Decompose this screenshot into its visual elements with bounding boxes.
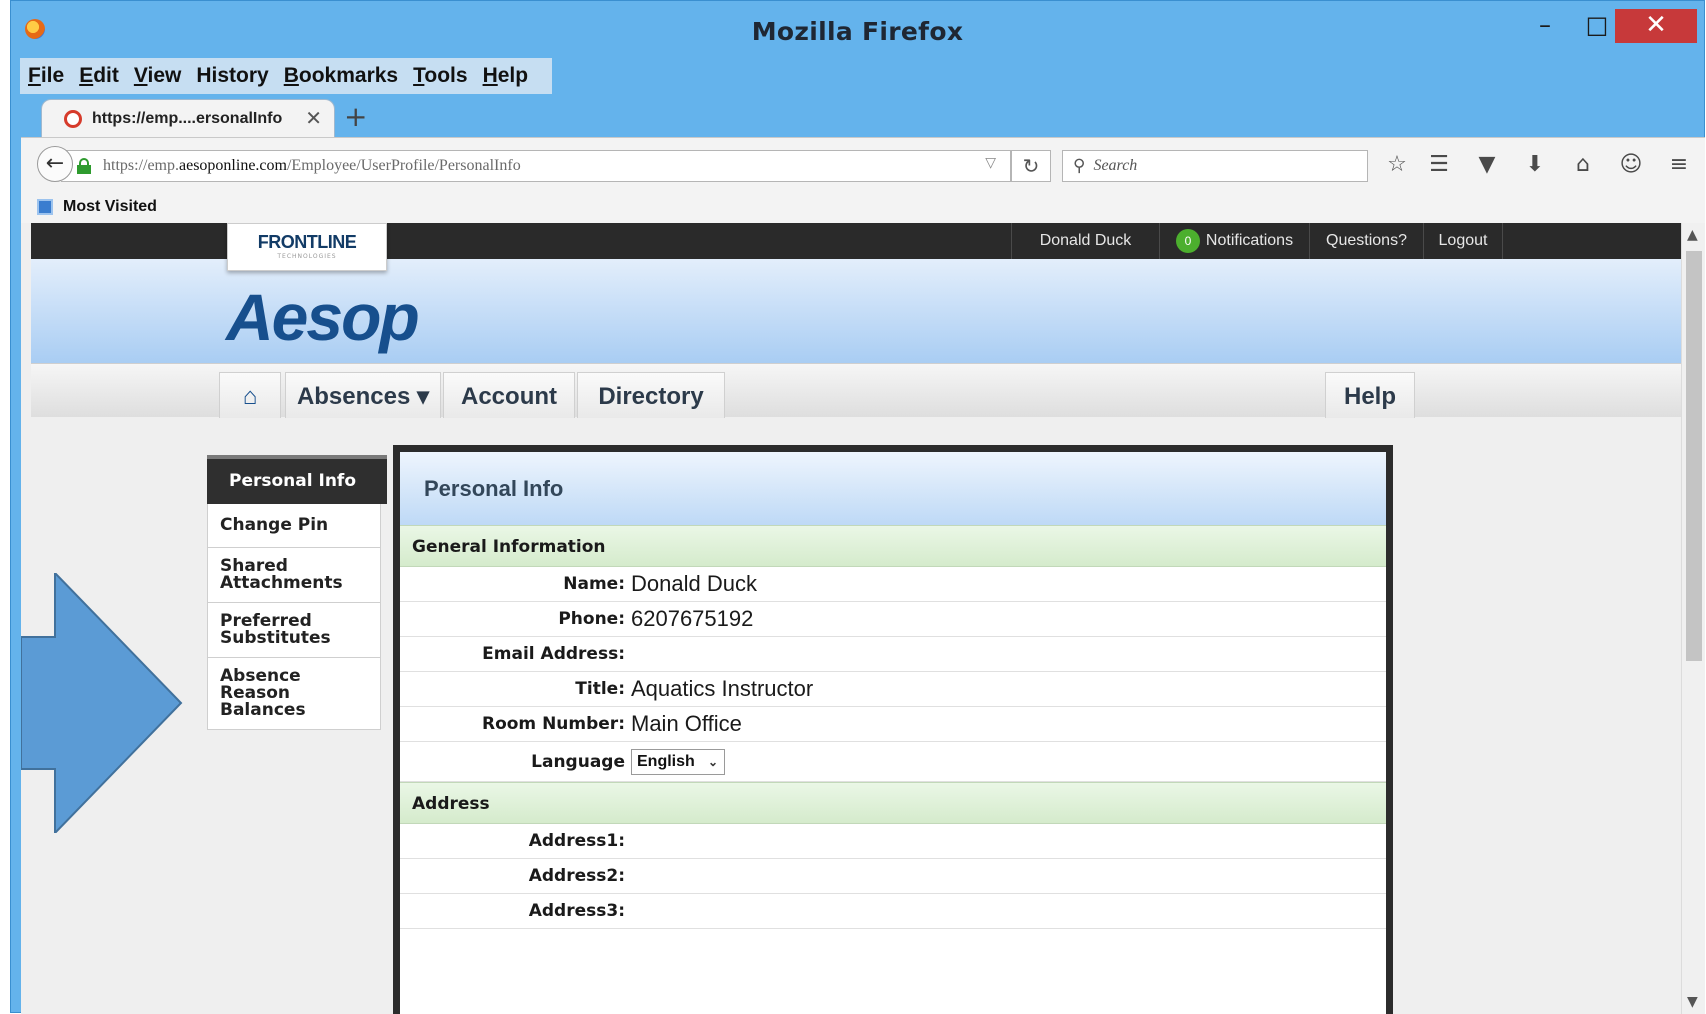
minimize-button[interactable]: – [1521, 9, 1569, 43]
email-label: Email Address: [482, 644, 625, 664]
menu-edit[interactable]: Edit [79, 64, 119, 88]
sidebar-item-change-pin[interactable]: Change Pin [207, 504, 381, 548]
address1-label: Address1: [528, 831, 625, 851]
phone-row: Phone: 6207675192 [400, 602, 1386, 637]
address-header: Address [400, 782, 1386, 824]
bookmark-star-icon[interactable]: ☆ [1382, 150, 1412, 180]
scroll-up-icon[interactable]: ▲ [1687, 227, 1698, 243]
pocket-icon[interactable]: ▼ [1472, 150, 1502, 180]
navigation-toolbar: https://emp.aesoponline.com/Employee/Use… [21, 137, 1705, 191]
room-number-label: Room Number: [481, 714, 625, 734]
panel-title: Personal Info [400, 452, 1386, 525]
name-row: Name: Donald Duck [400, 567, 1386, 602]
callout-arrow-icon [21, 573, 183, 833]
title-value: Aquatics Instructor [631, 676, 814, 701]
lock-icon [77, 158, 91, 174]
profile-sidebar: Personal Info Change Pin Shared Attachmen… [207, 459, 387, 730]
aesop-logo[interactable]: Aesop [226, 279, 420, 355]
site-nav: ⌂ Absences ▾ Account Directory Help [31, 363, 1681, 418]
search-icon: ⚲ [1073, 156, 1086, 176]
phone-label: Phone: [558, 609, 625, 629]
sidebar-item-personal-info[interactable]: Personal Info [207, 459, 387, 504]
browser-tab[interactable]: https://emp....ersonalInfo ✕ [41, 99, 335, 137]
search-input[interactable]: ⚲ Search [1062, 150, 1368, 182]
phone-value: 6207675192 [631, 606, 754, 631]
chevron-down-icon: ⌄ [707, 754, 718, 769]
menu-file[interactable]: File [28, 64, 64, 88]
language-label: Language [531, 751, 625, 772]
firefox-window: Mozilla Firefox – □ ✕ File Edit View His… [10, 0, 1705, 1014]
most-visited-icon [37, 199, 53, 215]
menu-help[interactable]: Help [483, 64, 529, 88]
email-row: Email Address: [400, 637, 1386, 672]
address1-row: Address1: [400, 824, 1386, 859]
nav-home-icon[interactable]: ⌂ [219, 372, 281, 418]
reload-button[interactable]: ↻ [1011, 150, 1051, 182]
nav-directory[interactable]: Directory [577, 372, 725, 418]
logout-link[interactable]: Logout [1423, 223, 1503, 259]
notifications-link[interactable]: 0 Notifications [1159, 223, 1309, 259]
site-banner: Aesop [31, 259, 1681, 363]
nav-help[interactable]: Help [1325, 372, 1415, 418]
back-button[interactable]: ← [37, 146, 73, 182]
maximize-button[interactable]: □ [1573, 9, 1621, 43]
language-row: Language English ⌄ [400, 742, 1386, 782]
page-scrollbar[interactable]: ▲ ▼ [1681, 223, 1705, 1014]
name-label: Name: [563, 574, 625, 594]
hamburger-menu-icon[interactable]: ≡ [1664, 150, 1694, 180]
title-bar: Mozilla Firefox – □ ✕ [11, 1, 1704, 59]
url-dropdown-icon[interactable]: ▽ [985, 155, 996, 171]
window-title: Mozilla Firefox [751, 17, 964, 46]
room-number-value: Main Office [631, 711, 742, 736]
general-information-header: General Information [400, 525, 1386, 567]
scroll-down-icon[interactable]: ▼ [1687, 994, 1698, 1010]
reading-list-icon[interactable]: ☰ [1424, 150, 1454, 180]
home-icon[interactable]: ⌂ [1568, 150, 1598, 180]
sidebar-item-absence-reason-balances[interactable]: Absence Reason Balances [207, 658, 381, 730]
page-viewport: Donald Duck 0 Notifications Questions? Lo… [21, 223, 1705, 1014]
name-value: Donald Duck [631, 571, 757, 596]
close-window-button[interactable]: ✕ [1615, 9, 1697, 43]
url-text: https://emp.aesoponline.com/Employee/Use… [103, 157, 521, 174]
room-number-row: Room Number: Main Office [400, 707, 1386, 742]
scrollbar-thumb[interactable] [1686, 251, 1702, 661]
nav-absences[interactable]: Absences ▾ [285, 372, 441, 418]
sidebar-item-preferred-substitutes[interactable]: Preferred Substitutes [207, 603, 381, 658]
site-favicon-icon [64, 109, 82, 128]
address-bar[interactable]: https://emp.aesoponline.com/Employee/Use… [61, 150, 1011, 182]
tab-title: https://emp....ersonalInfo [92, 109, 283, 127]
notification-count-badge: 0 [1175, 229, 1200, 253]
nav-account[interactable]: Account [443, 372, 575, 418]
personal-info-panel: Personal Info General Information Name: … [393, 445, 1393, 1014]
search-placeholder: Search [1093, 157, 1138, 174]
download-icon[interactable]: ⬇ [1520, 150, 1550, 180]
address3-row: Address3: [400, 894, 1386, 929]
menu-view[interactable]: View [134, 64, 182, 88]
title-label: Title: [575, 679, 625, 699]
most-visited-link[interactable]: Most Visited [63, 198, 157, 216]
tab-strip: https://emp....ersonalInfo ✕ + [11, 96, 1704, 137]
bookmarks-toolbar: Most Visited [21, 191, 1705, 223]
chat-icon[interactable]: ☺ [1616, 150, 1646, 180]
tab-close-icon[interactable]: ✕ [305, 106, 322, 130]
address3-label: Address3: [528, 901, 625, 921]
questions-link[interactable]: Questions? [1309, 223, 1423, 259]
menu-bar: File Edit View History Bookmarks Tools H… [20, 58, 552, 94]
menu-history[interactable]: History [196, 64, 268, 88]
title-row: Title: Aquatics Instructor [400, 672, 1386, 707]
frontline-logo[interactable]: FRONTLINE TECHNOLOGIES [227, 223, 387, 271]
address2-label: Address2: [528, 866, 625, 886]
new-tab-button[interactable]: + [344, 100, 367, 133]
sidebar-item-shared-attachments[interactable]: Shared Attachments [207, 548, 381, 603]
language-select[interactable]: English ⌄ [631, 748, 725, 775]
menu-tools[interactable]: Tools [413, 64, 467, 88]
menu-bookmarks[interactable]: Bookmarks [284, 64, 398, 88]
address2-row: Address2: [400, 859, 1386, 894]
user-name[interactable]: Donald Duck [1011, 223, 1159, 259]
